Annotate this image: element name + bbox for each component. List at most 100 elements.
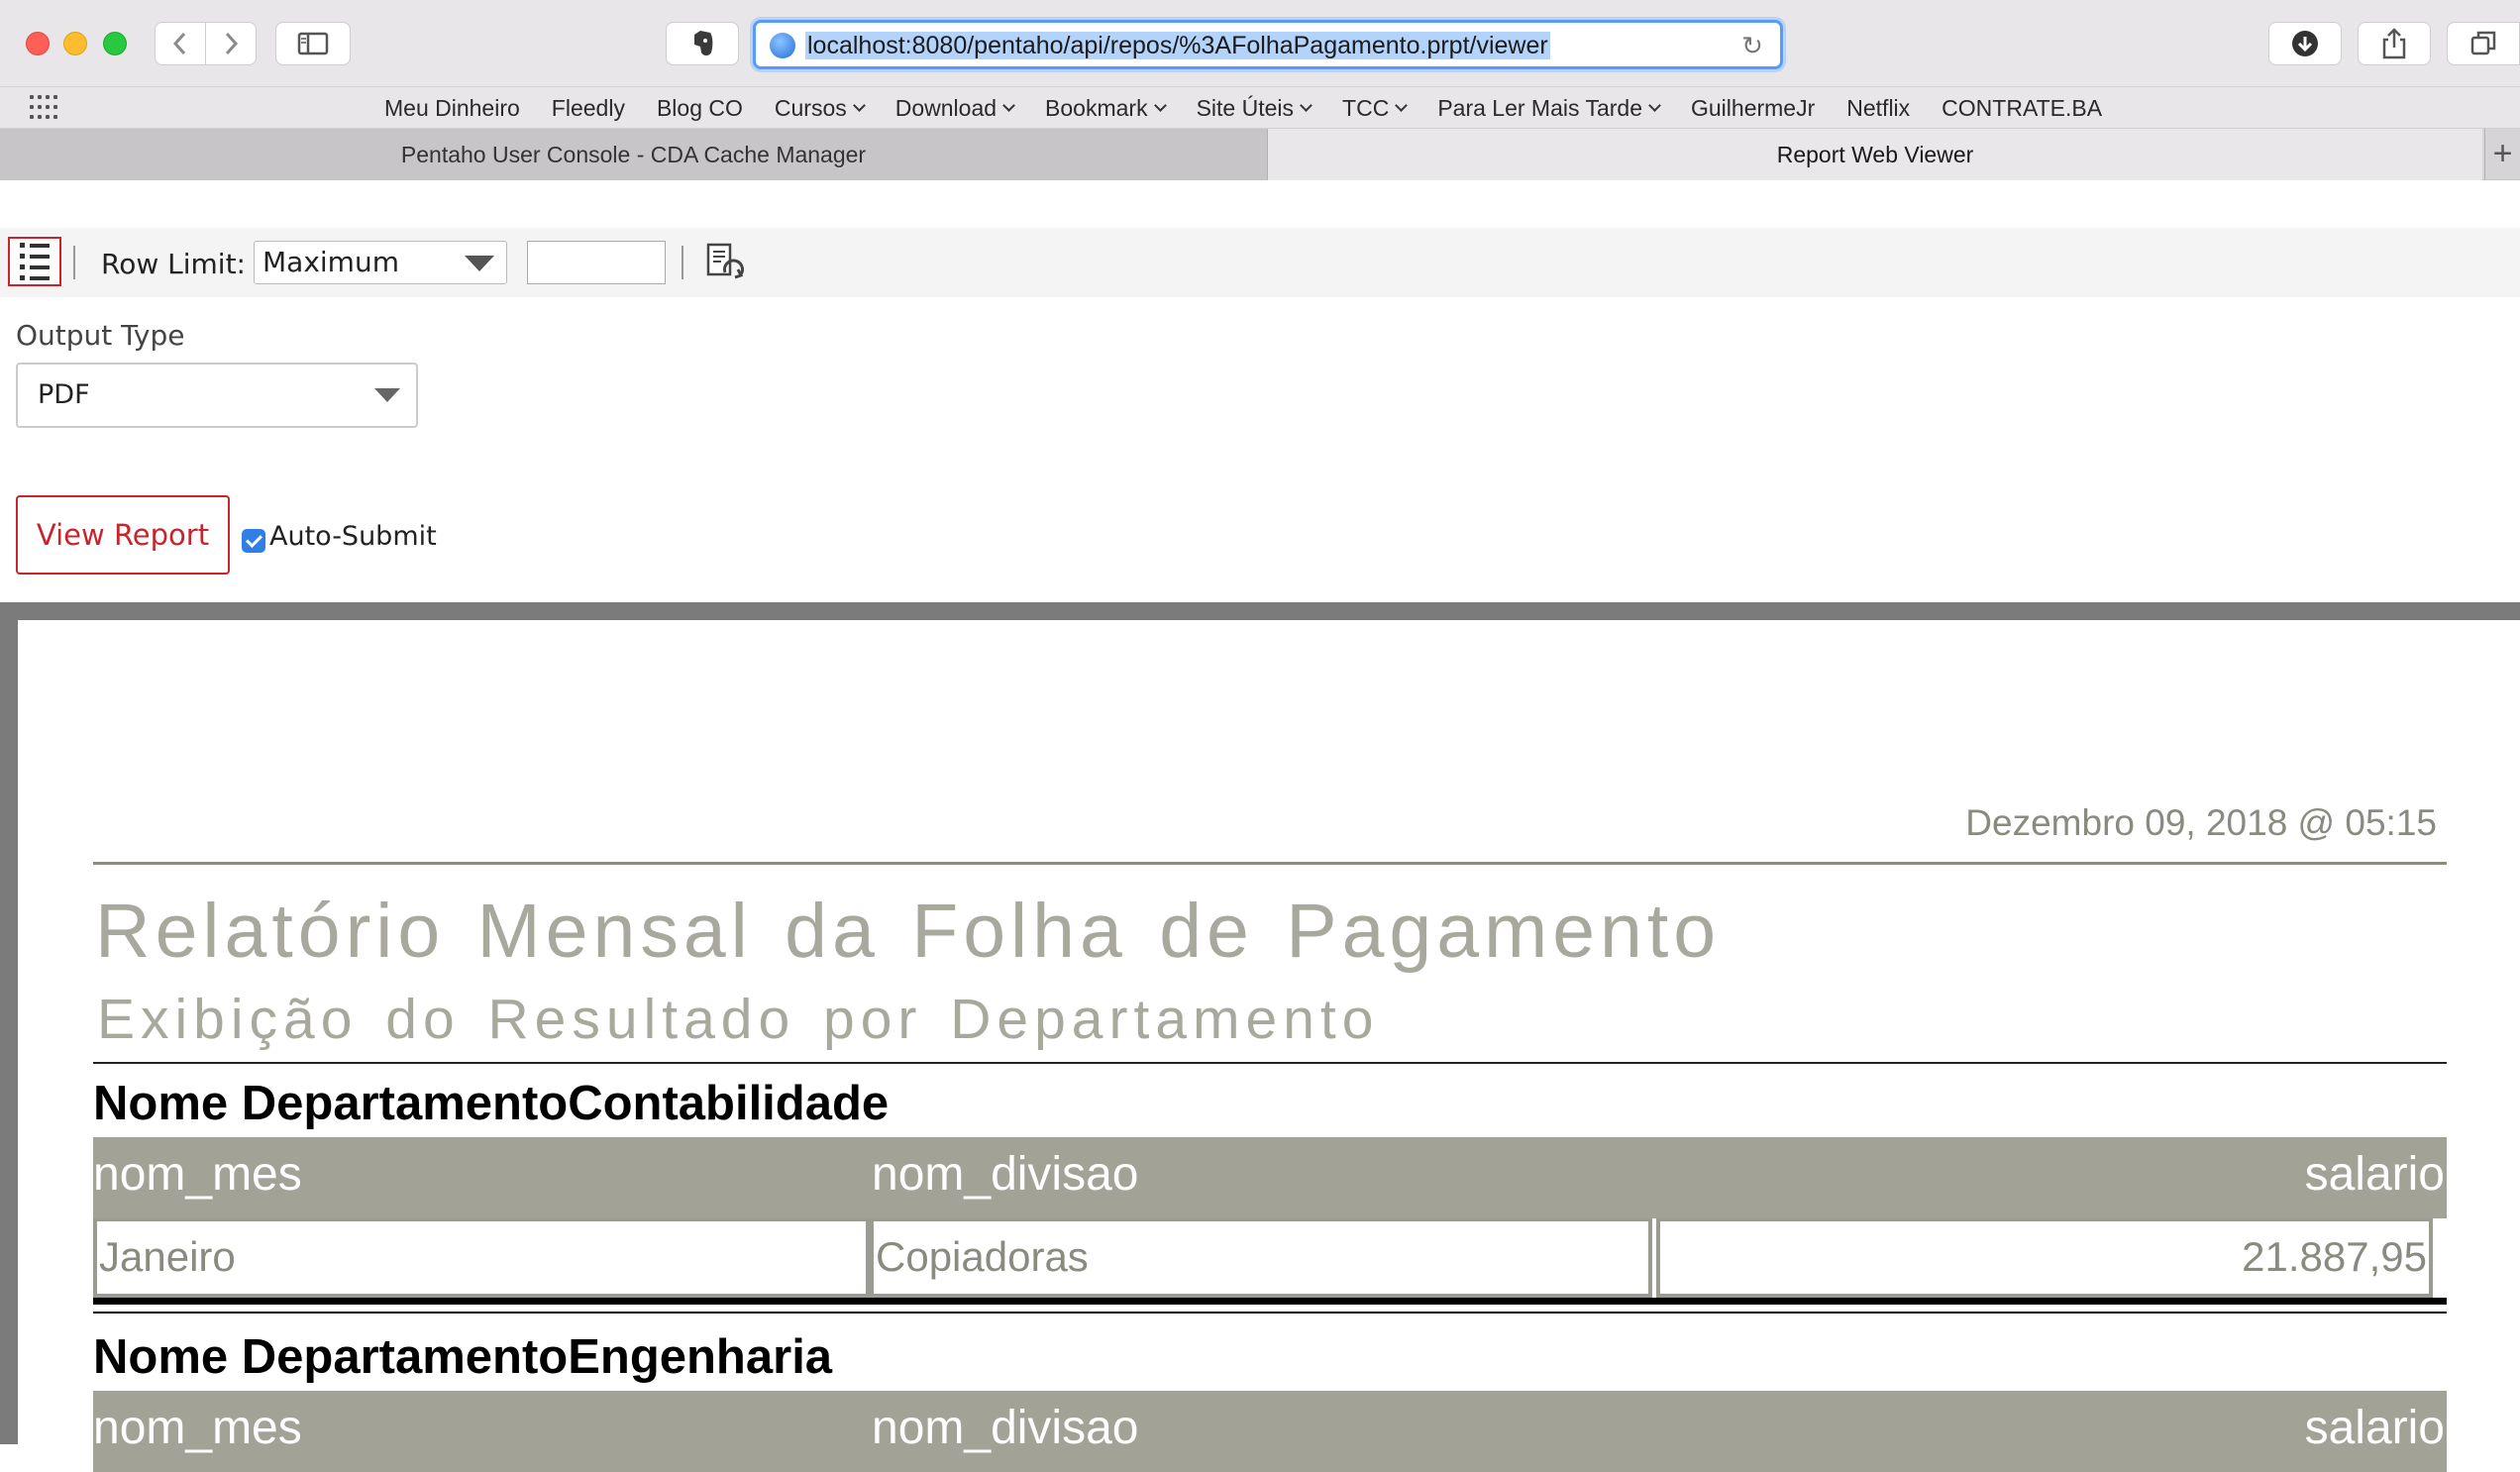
back-button[interactable] [155,22,206,65]
tab-label: Pentaho User Console - CDA Cache Manager [400,141,867,167]
group-footer-rule [93,1298,2447,1305]
chevron-down-icon [1002,98,1015,112]
chevron-down-icon [1153,98,1167,112]
share-button[interactable] [2358,22,2431,65]
show-tabs-button[interactable] [2447,22,2520,65]
auto-submit-checkbox[interactable] [242,529,265,553]
favorite-item[interactable]: TCC [1342,94,1409,122]
dropdown-arrow-icon [374,388,400,402]
tab-label: Report Web Viewer [1776,141,1974,167]
evernote-icon [694,31,713,55]
report-toolbar: Row Limit: Maximum [0,228,2520,297]
reload-icon[interactable]: ↻ [1738,32,1766,59]
output-type-value: PDF [38,379,90,410]
favorite-item[interactable]: CONTRATE.BA [1942,95,2102,122]
report-subtitle: Exibição do Resultado por Departamento [97,988,1380,1051]
group-footer-rule [93,1312,2447,1314]
globe-icon [770,33,795,58]
chevron-left-icon [172,32,186,55]
favorite-label: CONTRATE.BA [1942,94,2103,121]
downloads-button[interactable] [2268,22,2342,65]
favorites-list: Meu Dinheiro Fleedly Blog CO Cursos Download… [384,87,2134,129]
column-header-nom-mes: nom_mes [93,1402,302,1454]
table-header: nom_mes nom_divisao salario [93,1391,2447,1472]
apps-grid-icon[interactable] [30,95,59,121]
cell-nom-mes: Janeiro [93,1218,870,1298]
toggle-parameters-button[interactable] [8,237,61,286]
sidebar-icon [297,32,329,55]
browser-titlebar: localhost:8080/pentaho/api/repos/%3AFolh… [0,0,2520,87]
favorite-item[interactable]: GuilhermeJr [1691,95,1815,122]
favorite-item[interactable]: Download [894,94,1015,122]
department-heading: Nome DepartamentoContabilidade [93,1077,890,1130]
view-report-button[interactable]: View Report [16,495,230,575]
tab-bar: Pentaho User Console - CDA Cache Manager… [0,129,2520,180]
tab-cda-cache-manager[interactable]: Pentaho User Console - CDA Cache Manager [0,129,1268,180]
cell-nom-divisao: Copiadoras [870,1218,1652,1298]
favorite-label: Blog CO [656,94,743,121]
favorite-item[interactable]: Meu Dinheiro [384,95,520,122]
column-header-nom-divisao: nom_divisao [872,1148,1139,1201]
favorite-item[interactable]: Para Ler Mais Tarde [1437,94,1661,122]
favorite-label: Meu Dinheiro [384,94,520,121]
tab-report-web-viewer[interactable]: Report Web Viewer [1268,129,2482,180]
output-type-select[interactable]: PDF [16,363,418,428]
column-header-nom-mes: nom_mes [93,1148,302,1201]
address-url-text: localhost:8080/pentaho/api/repos/%3AFolh… [805,32,1550,59]
department-heading: Nome DepartamentoEngenharia [93,1330,833,1384]
chevron-right-icon [225,32,239,55]
chevron-down-icon [1300,98,1312,112]
window-close-button[interactable] [26,32,50,55]
evernote-extension-button[interactable] [666,22,739,65]
favorite-label: Cursos [774,94,847,121]
tabs-overview-icon [2470,31,2496,55]
row-limit-input[interactable] [527,241,666,284]
favorite-item[interactable]: Fleedly [552,95,625,122]
auto-submit-label: Auto-Submit [269,521,437,552]
favorite-item[interactable]: Blog CO [657,95,743,122]
favorite-item[interactable]: Netflix [1846,95,1910,122]
favorite-label: GuilhermeJr [1691,94,1816,121]
report-divider [93,862,2447,865]
chevron-down-icon [1648,98,1661,112]
toolbar-divider [73,246,75,279]
favorite-label: Para Ler Mais Tarde [1437,94,1642,121]
table-row: Janeiro Copiadoras 21.887,95 [93,1218,2447,1298]
favorite-label: TCC [1342,94,1390,121]
row-limit-value: Maximum [262,246,399,278]
share-icon [2382,28,2406,59]
forward-button[interactable] [205,22,257,65]
column-header-nom-divisao: nom_divisao [872,1402,1139,1454]
toolbar-divider [682,246,683,279]
favorite-label: Netflix [1846,94,1911,121]
column-header-salario: salario [2304,1148,2445,1201]
report-title: Relatório Mensal da Folha de Pagamento [95,889,1722,974]
new-tab-button[interactable]: + [2484,129,2520,180]
chevron-down-icon [1395,98,1409,112]
favorite-label: Bookmark [1045,94,1148,121]
report-date: Dezembro 09, 2018 @ 05:15 [1965,802,2437,843]
favorite-item[interactable]: Site Úteis [1196,94,1312,122]
favorites-bar: Meu Dinheiro Fleedly Blog CO Cursos Download… [0,87,2520,129]
report-preview-frame[interactable]: Dezembro 09, 2018 @ 05:15 Relatório Mens… [0,602,2520,1472]
window-minimize-button[interactable] [63,32,87,55]
download-icon [2292,31,2318,56]
chevron-down-icon [852,98,866,112]
dropdown-arrow-icon [465,256,494,271]
favorite-label: Download [894,94,998,121]
report-page: Dezembro 09, 2018 @ 05:15 Relatório Mens… [18,620,2520,1472]
row-limit-label: Row Limit: [101,248,246,280]
favorite-item[interactable]: Bookmark [1045,94,1167,122]
row-limit-select[interactable]: Maximum [254,241,507,284]
window-maximize-button[interactable] [103,32,127,55]
favorite-label: Fleedly [551,94,625,121]
output-type-label: Output Type [16,319,185,352]
refresh-report-icon[interactable] [703,242,747,285]
favorite-label: Site Úteis [1196,94,1295,121]
address-bar[interactable]: localhost:8080/pentaho/api/repos/%3AFolh… [753,20,1783,69]
table-header: nom_mes nom_divisao salario [93,1137,2447,1218]
sidebar-toggle-button[interactable] [275,22,351,65]
report-divider [93,1062,2447,1064]
list-icon [20,243,59,248]
favorite-item[interactable]: Cursos [774,94,866,122]
